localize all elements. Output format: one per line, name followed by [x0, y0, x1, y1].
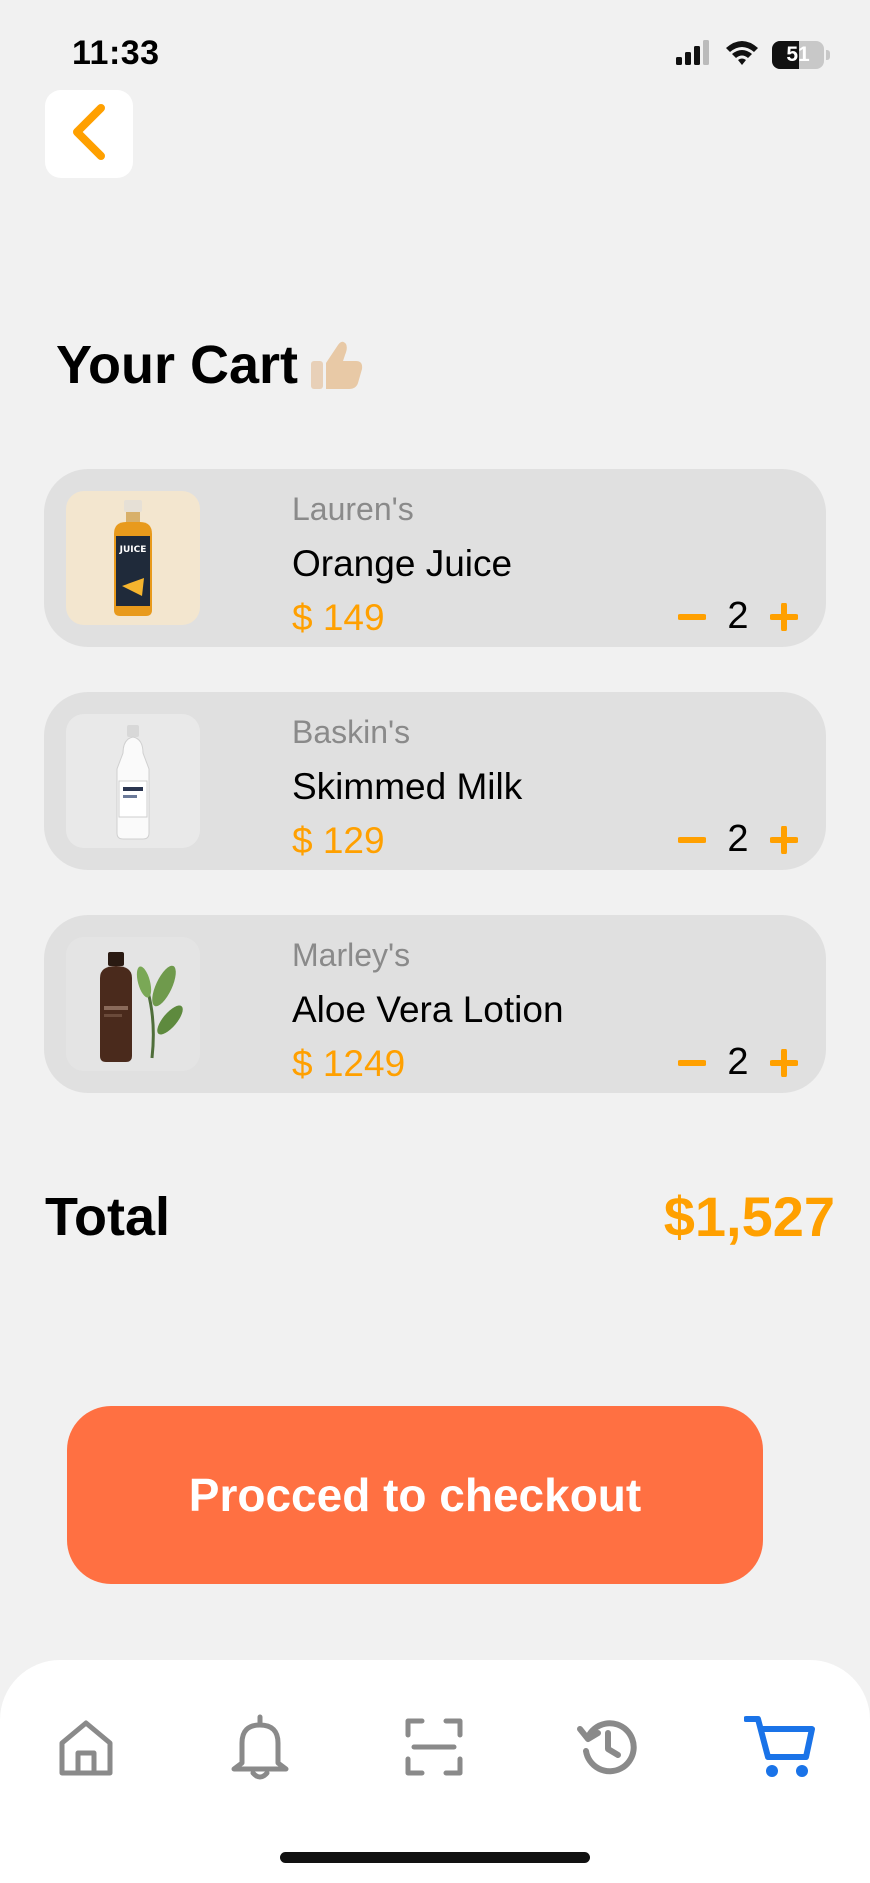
item-quantity: 2 — [727, 1041, 749, 1083]
item-brand: Lauren's — [292, 491, 414, 527]
item-price: $ 129 — [292, 820, 385, 861]
page-title: Your Cart — [56, 334, 364, 396]
chevron-left-icon — [67, 102, 111, 167]
history-icon — [576, 1715, 640, 1784]
quantity-stepper: 2 — [676, 595, 800, 638]
cellular-signal-icon — [676, 39, 712, 70]
item-quantity: 2 — [727, 818, 749, 860]
milk-bottle-image — [66, 714, 200, 848]
back-button[interactable] — [45, 90, 133, 178]
decrease-quantity-button[interactable] — [676, 601, 708, 633]
status-bar: 11:33 51 — [0, 0, 870, 110]
checkout-button[interactable]: Procced to checkout — [67, 1406, 763, 1584]
decrease-quantity-button[interactable] — [676, 1047, 708, 1079]
tab-history[interactable] — [573, 1714, 643, 1784]
decrease-quantity-button[interactable] — [676, 824, 708, 856]
item-quantity: 2 — [727, 595, 749, 637]
quantity-stepper: 2 — [676, 1041, 800, 1084]
item-price: $ 1249 — [292, 1043, 406, 1084]
bell-icon — [228, 1713, 292, 1786]
status-icons: 51 — [676, 38, 830, 71]
juice-bottle-image: JUICE — [66, 491, 200, 625]
wifi-icon — [724, 38, 760, 71]
checkout-button-label: Procced to checkout — [188, 1469, 642, 1521]
item-brand: Marley's — [292, 937, 411, 973]
increase-quantity-button[interactable] — [768, 601, 800, 633]
tab-cart[interactable] — [743, 1713, 816, 1786]
scan-icon — [402, 1715, 466, 1784]
svg-text:JUICE: JUICE — [119, 545, 147, 555]
total-label: Total — [45, 1187, 170, 1247]
increase-quantity-button[interactable] — [768, 1047, 800, 1079]
item-brand: Baskin's — [292, 714, 411, 750]
home-icon — [54, 1715, 118, 1784]
item-price: $ 149 — [292, 597, 385, 638]
tab-notifications[interactable] — [225, 1714, 295, 1784]
tab-home[interactable] — [51, 1714, 121, 1784]
tab-scan[interactable] — [399, 1714, 469, 1784]
cart-icon — [743, 1713, 816, 1786]
battery-level: 51 — [786, 42, 810, 66]
lotion-bottle-image — [66, 937, 200, 1071]
quantity-stepper: 2 — [676, 818, 800, 861]
total-value: $1,527 — [663, 1185, 835, 1248]
battery-cap — [826, 49, 830, 60]
thumbs-up-icon — [308, 339, 364, 391]
cart-item[interactable]: JUICE Lauren's Orange Juice $ 149 2 — [44, 469, 826, 647]
item-name: Aloe Vera Lotion — [292, 989, 564, 1030]
increase-quantity-button[interactable] — [768, 824, 800, 856]
status-time: 11:33 — [72, 34, 160, 72]
item-name: Orange Juice — [292, 543, 513, 584]
tab-bar — [0, 1660, 870, 1883]
cart-item[interactable]: Baskin's Skimmed Milk $ 129 2 — [44, 692, 826, 870]
page-title-text: Your Cart — [56, 335, 299, 395]
cart-item[interactable]: Marley's Aloe Vera Lotion $ 1249 2 — [44, 915, 826, 1093]
home-indicator — [280, 1852, 590, 1863]
item-name: Skimmed Milk — [292, 766, 523, 807]
battery-icon: 51 — [772, 40, 824, 69]
